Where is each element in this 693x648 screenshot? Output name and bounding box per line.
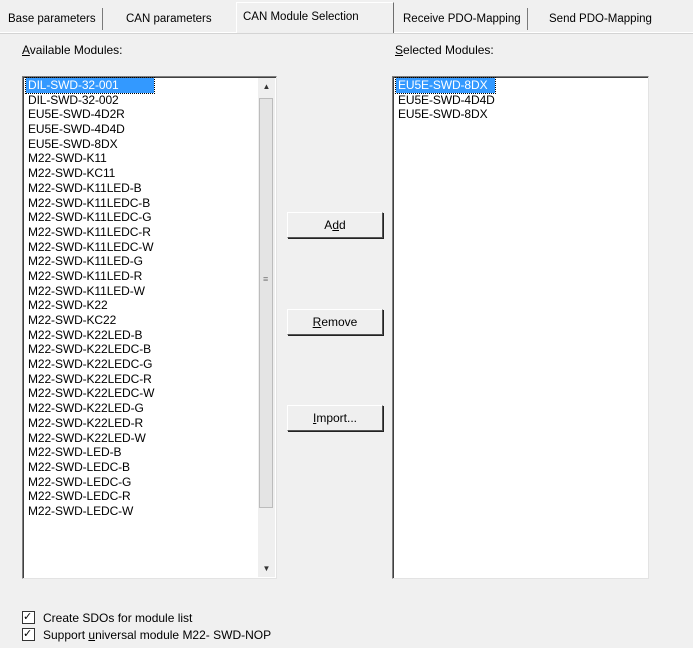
available-modules-list[interactable]: DIL-SWD-32-001 DIL-SWD-32-002 EU5E-SWD-4D2… xyxy=(22,76,277,579)
tab-can-parameters[interactable]: CAN parameters xyxy=(120,8,218,30)
create-sdos-checkbox[interactable]: Create SDOs for module list xyxy=(22,609,193,626)
scrollbar-thumb[interactable]: ≡ xyxy=(259,98,273,508)
list-item[interactable]: EU5E-SWD-4D2R xyxy=(26,107,154,122)
list-item[interactable]: M22-SWD-K11LEDC-G xyxy=(26,210,154,225)
tab-base-parameters[interactable]: Base parameters xyxy=(2,8,103,30)
list-item[interactable]: M22-SWD-K11 xyxy=(26,151,154,166)
list-item[interactable]: DIL-SWD-32-002 xyxy=(26,93,154,108)
list-item[interactable]: M22-SWD-KC22 xyxy=(26,313,154,328)
list-item[interactable]: M22-SWD-K22LED-B xyxy=(26,328,154,343)
list-item[interactable]: M22-SWD-LEDC-R xyxy=(26,489,154,504)
list-item[interactable]: DIL-SWD-32-001 xyxy=(24,77,156,94)
list-item[interactable]: M22-SWD-LEDC-W xyxy=(26,504,154,519)
selected-modules-items: EU5E-SWD-8DX EU5E-SWD-4D4D EU5E-SWD-8DX xyxy=(395,77,496,122)
list-item[interactable]: M22-SWD-K11LED-G xyxy=(26,254,154,269)
available-modules-label: Available Modules: xyxy=(22,43,123,57)
list-item[interactable]: M22-SWD-LEDC-B xyxy=(26,460,154,475)
list-item[interactable]: M22-SWD-LED-B xyxy=(26,445,154,460)
list-item[interactable]: M22-SWD-K11LEDC-W xyxy=(26,240,154,255)
selected-modules-list[interactable]: EU5E-SWD-8DX EU5E-SWD-4D4D EU5E-SWD-8DX xyxy=(392,76,649,579)
list-item[interactable]: EU5E-SWD-4D4D xyxy=(26,122,154,137)
scroll-down-icon[interactable]: ▼ xyxy=(258,560,275,577)
list-item[interactable]: M22-SWD-K11LED-B xyxy=(26,181,154,196)
scroll-up-icon[interactable]: ▲ xyxy=(258,78,275,95)
list-item[interactable]: M22-SWD-K22LED-R xyxy=(26,416,154,431)
checkbox-checked-icon[interactable] xyxy=(22,626,35,642)
list-item[interactable]: M22-SWD-K22 xyxy=(26,298,154,313)
list-item[interactable]: M22-SWD-LEDC-G xyxy=(26,475,154,490)
tab-receive-pdo-mapping[interactable]: Receive PDO-Mapping xyxy=(397,8,528,30)
remove-button[interactable]: Remove xyxy=(287,309,383,335)
list-item[interactable]: M22-SWD-K22LED-W xyxy=(26,431,154,446)
grip-icon: ≡ xyxy=(263,274,269,284)
list-item[interactable]: M22-SWD-K22LEDC-R xyxy=(26,372,154,387)
import-button[interactable]: Import... xyxy=(287,405,383,431)
support-universal-module-label: Support universal module M22- SWD-NOP xyxy=(43,628,272,642)
selected-modules-label: Selected Modules: xyxy=(395,43,494,57)
list-item[interactable]: M22-SWD-K22LEDC-B xyxy=(26,342,154,357)
list-item[interactable]: M22-SWD-K11LEDC-B xyxy=(26,196,154,211)
support-universal-module-checkbox[interactable]: Support universal module M22- SWD-NOP xyxy=(22,626,272,643)
tab-strip: Base parameters CAN parameters CAN Modul… xyxy=(0,0,693,33)
list-item[interactable]: M22-SWD-K22LEDC-W xyxy=(26,386,154,401)
create-sdos-label: Create SDOs for module list xyxy=(43,611,193,625)
add-button[interactable]: Add xyxy=(287,212,383,238)
list-item[interactable]: M22-SWD-K22LEDC-G xyxy=(26,357,154,372)
list-item[interactable]: M22-SWD-K11LEDC-R xyxy=(26,225,154,240)
checkbox-checked-icon[interactable] xyxy=(22,609,35,625)
list-item[interactable]: M22-SWD-KC11 xyxy=(26,166,154,181)
list-item[interactable]: EU5E-SWD-8DX xyxy=(396,107,495,122)
available-modules-items: DIL-SWD-32-001 DIL-SWD-32-002 EU5E-SWD-4D2… xyxy=(24,77,156,519)
list-item[interactable]: M22-SWD-K11LED-R xyxy=(26,269,154,284)
tab-send-pdo-mapping[interactable]: Send PDO-Mapping xyxy=(543,8,658,30)
available-modules-scrollbar[interactable]: ▲ ≡ ▼ xyxy=(258,78,275,577)
tab-can-module-selection[interactable]: CAN Module Selection xyxy=(236,2,394,33)
list-item[interactable]: M22-SWD-K22LED-G xyxy=(26,401,154,416)
list-item[interactable]: EU5E-SWD-4D4D xyxy=(396,93,495,108)
list-item[interactable]: M22-SWD-K11LED-W xyxy=(26,284,154,299)
list-item[interactable]: EU5E-SWD-8DX xyxy=(395,77,496,94)
list-item[interactable]: EU5E-SWD-8DX xyxy=(26,137,154,152)
